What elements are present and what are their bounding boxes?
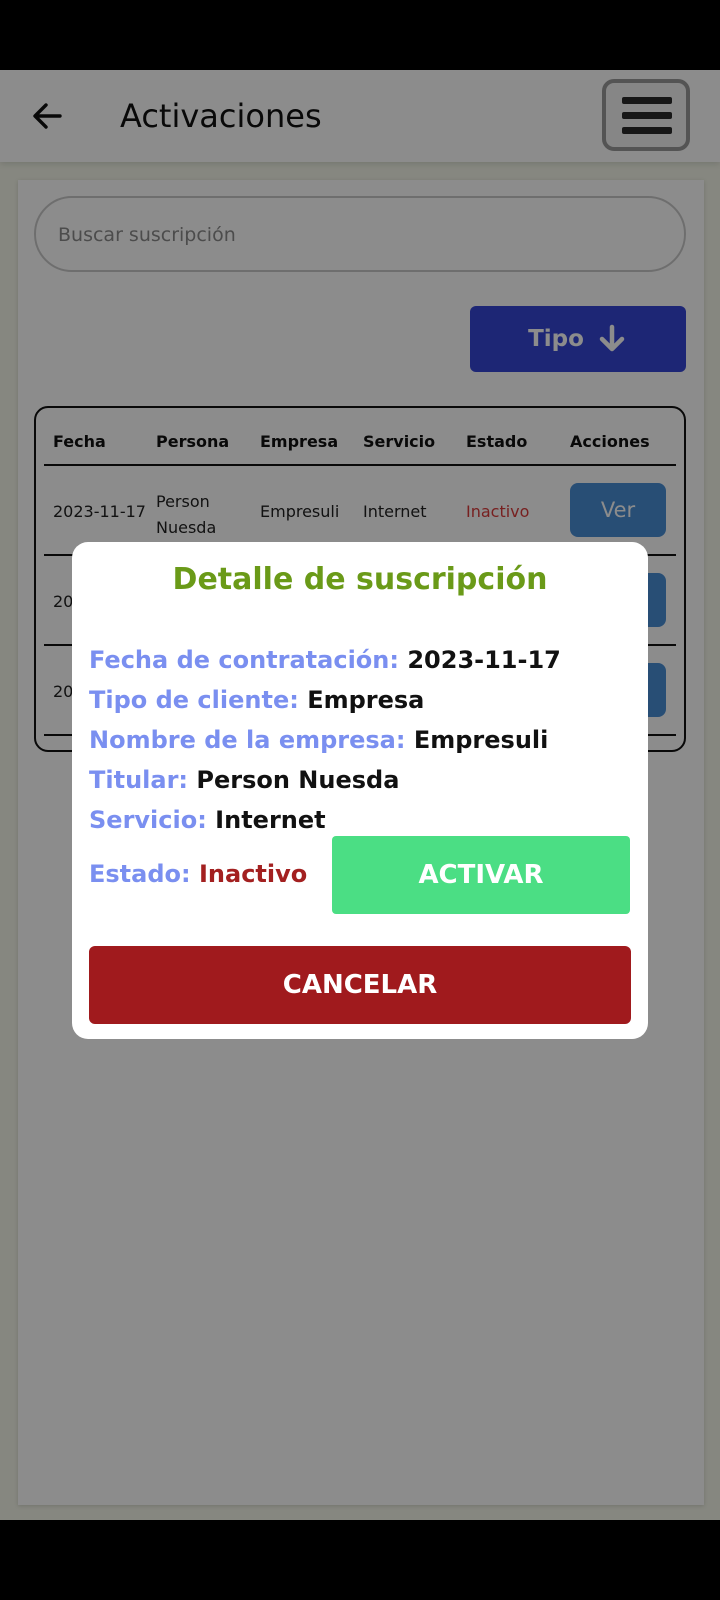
system-navigation-bar — [0, 1520, 720, 1600]
tipo-cliente-value: Empresa — [307, 686, 425, 714]
titular-label: Titular: — [89, 766, 189, 794]
cancelar-button[interactable]: CANCELAR — [89, 946, 631, 1024]
fecha-row: Fecha de contratación: 2023-11-17 — [89, 646, 561, 674]
tipo-cliente-label: Tipo de cliente: — [89, 686, 299, 714]
fecha-value: 2023-11-17 — [407, 646, 561, 674]
empresa-value: Empresuli — [413, 726, 549, 754]
fecha-label: Fecha de contratación: — [89, 646, 399, 674]
dialog-title: Detalle de suscripción — [172, 562, 548, 597]
app-screen: Activaciones Tipo Fecha Persona Empresa … — [0, 70, 720, 1520]
servicio-value: Internet — [215, 806, 326, 834]
servicio-row: Servicio: Internet — [89, 806, 326, 834]
activar-button[interactable]: ACTIVAR — [332, 836, 630, 914]
servicio-label: Servicio: — [89, 806, 207, 834]
empresa-label: Nombre de la empresa: — [89, 726, 406, 754]
titular-row: Titular: Person Nuesda — [89, 766, 399, 794]
titular-value: Person Nuesda — [196, 766, 400, 794]
empresa-row: Nombre de la empresa: Empresuli — [89, 726, 548, 754]
tipo-cliente-row: Tipo de cliente: Empresa — [89, 686, 424, 714]
estado-value: Inactivo — [198, 860, 308, 888]
subscription-detail-dialog: Detalle de suscripción Fecha de contrata… — [72, 542, 648, 1039]
estado-row: Estado: Inactivo — [89, 860, 307, 888]
estado-label: Estado: — [89, 860, 191, 888]
status-bar — [0, 0, 720, 70]
